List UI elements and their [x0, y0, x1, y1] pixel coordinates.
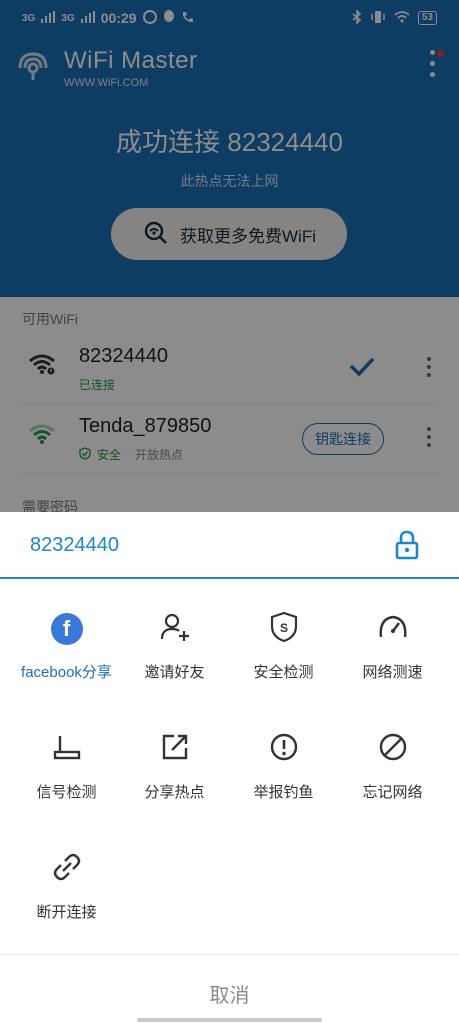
action-label: 信号检测 [36, 784, 97, 801]
action-facebook-share[interactable]: f facebook分享 [9, 607, 124, 683]
shield-icon: S [269, 611, 299, 648]
share-icon [160, 732, 190, 767]
action-label: 忘记网络 [362, 784, 423, 801]
invite-friend-icon [159, 611, 191, 648]
action-label: 分享热点 [144, 784, 205, 801]
action-label: 断开连接 [36, 904, 97, 921]
action-sheet: 82324440 f facebook分享 邀请好友 S 安全检测 网络测速 信… [0, 512, 459, 1024]
action-label: 邀请好友 [144, 664, 205, 681]
action-label: 举报钓鱼 [253, 784, 314, 801]
lock-icon[interactable] [395, 530, 419, 565]
action-label: 安全检测 [253, 664, 314, 681]
speedometer-icon [377, 613, 409, 646]
cancel-button[interactable]: 取消 [0, 979, 459, 1008]
action-invite-friends[interactable]: 邀请好友 [117, 607, 232, 683]
unlink-icon [52, 852, 82, 887]
action-label: facebook分享 [21, 664, 112, 681]
forbidden-icon [378, 732, 408, 767]
svg-text:S: S [279, 621, 287, 635]
action-forget-network[interactable]: 忘记网络 [335, 727, 450, 803]
action-security-check[interactable]: S 安全检测 [226, 607, 341, 683]
action-report-phishing[interactable]: 举报钓鱼 [226, 727, 341, 803]
action-label: 网络测速 [362, 664, 423, 681]
cancel-bar: 取消 [0, 954, 459, 1024]
router-icon [52, 732, 82, 767]
alert-icon [269, 732, 299, 767]
sheet-header: 82324440 [0, 512, 459, 579]
sheet-ssid: 82324440 [30, 534, 119, 556]
facebook-icon: f [50, 613, 83, 645]
action-share-hotspot[interactable]: 分享热点 [117, 727, 232, 803]
home-indicator[interactable] [137, 1018, 322, 1022]
modal-overlay[interactable] [0, 0, 459, 512]
action-speed-test[interactable]: 网络测速 [335, 607, 450, 683]
action-signal-check[interactable]: 信号检测 [9, 727, 124, 803]
action-disconnect[interactable]: 断开连接 [9, 847, 124, 923]
